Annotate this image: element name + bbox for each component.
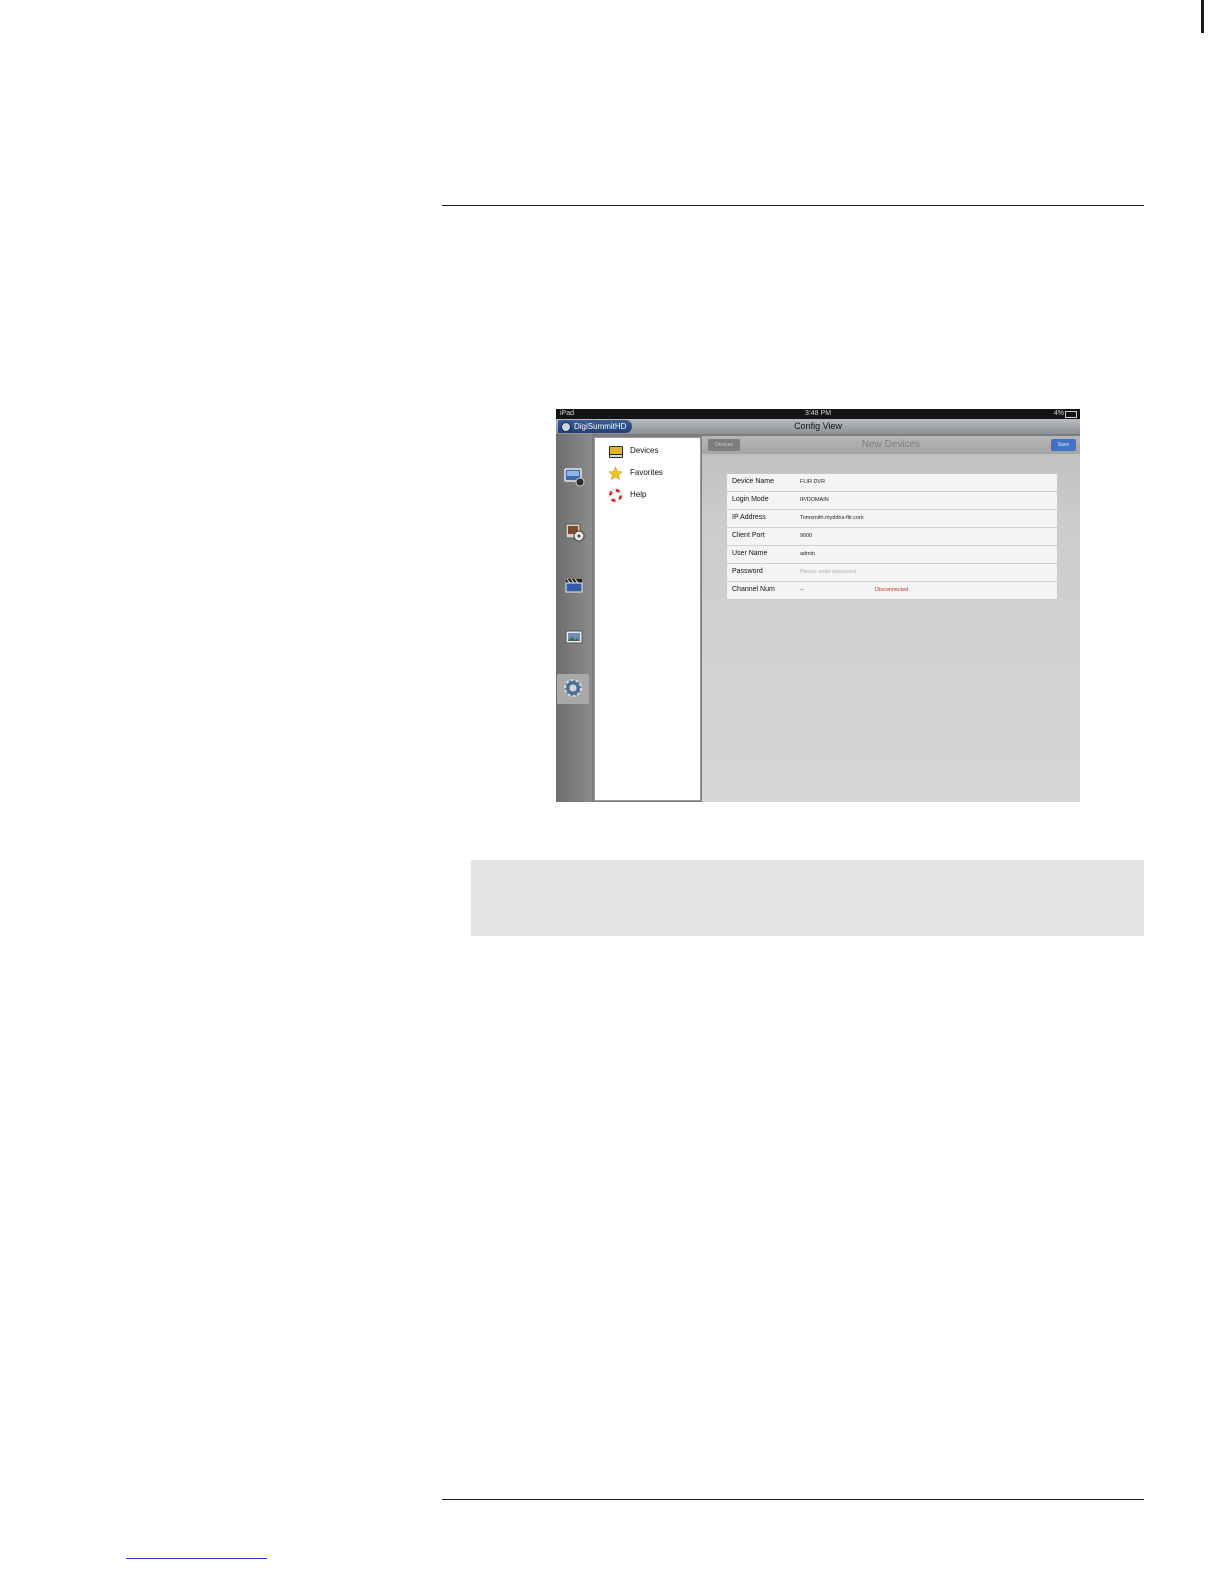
login-mode-value: IP/DOMAIN xyxy=(800,497,829,503)
snapshot-icon[interactable] xyxy=(561,624,587,650)
icon-sidebar xyxy=(556,434,592,802)
status-bar: iPad 3:48 PM 4% xyxy=(556,409,1080,419)
field-label: Channel Num xyxy=(732,586,775,593)
save-button[interactable]: Save xyxy=(1051,439,1076,451)
field-label: Device Name xyxy=(732,478,775,485)
app-logo-icon xyxy=(561,422,571,432)
field-password[interactable]: Password Please enter password xyxy=(727,564,1057,582)
title-bar: Config View DigiSummitHD xyxy=(556,419,1080,434)
field-login-mode[interactable]: Login Mode IP/DOMAIN xyxy=(727,492,1057,510)
status-time: 3:48 PM xyxy=(804,410,832,417)
password-placeholder: Please enter password xyxy=(800,569,856,575)
battery-percent: 4% xyxy=(1053,410,1064,417)
field-label: Client Port xyxy=(732,532,765,539)
device-name-value: FLIR DVR xyxy=(800,479,826,485)
field-device-name[interactable]: Device Name FLIR DVR xyxy=(727,474,1057,492)
field-label: Password xyxy=(732,568,763,575)
channel-num-value: -- xyxy=(800,587,804,593)
device-form: Device Name FLIR DVR Login Mode IP/DOMAI… xyxy=(726,473,1058,600)
help-lifebuoy-icon xyxy=(608,488,623,503)
app-tab-button[interactable]: DigiSummitHD xyxy=(558,420,632,433)
app-tab-label: DigiSummitHD xyxy=(574,422,627,431)
menu-item-devices[interactable]: Devices xyxy=(595,442,700,462)
client-port-value: 9000 xyxy=(800,533,813,539)
battery-icon xyxy=(1065,411,1077,418)
field-ip-address[interactable]: IP Address Tomsmith.myddns-flir.com xyxy=(727,510,1057,528)
note-box xyxy=(471,860,1144,936)
field-label: Login Mode xyxy=(732,496,769,503)
header-rule xyxy=(442,205,1144,206)
menu-label-favorites: Favorites xyxy=(630,468,663,477)
field-user-name[interactable]: User Name admin xyxy=(727,546,1057,564)
settings-gear-icon[interactable] xyxy=(557,674,589,704)
user-name-value: admin xyxy=(800,551,815,557)
star-icon xyxy=(608,466,623,481)
devices-icon xyxy=(609,446,623,458)
menu-label-help: Help xyxy=(630,490,647,499)
video-clips-icon[interactable] xyxy=(561,572,587,598)
page-edge-mark xyxy=(1201,0,1204,33)
field-client-port[interactable]: Client Port 9000 xyxy=(727,528,1057,546)
menu-item-favorites[interactable]: Favorites xyxy=(595,464,700,484)
config-view-title: Config View xyxy=(794,421,842,431)
field-channel-num[interactable]: Channel Num -- Disconnected xyxy=(727,582,1057,599)
content-pane: Devices New Devices Save Device Name FLI… xyxy=(702,436,1080,802)
menu-label-devices: Devices xyxy=(630,446,659,455)
content-header: Devices New Devices Save xyxy=(702,436,1080,454)
live-view-icon[interactable] xyxy=(561,464,587,490)
connection-status: Disconnected xyxy=(875,587,909,593)
config-menu: Devices Favorites Help xyxy=(594,437,701,801)
ipad-screenshot: iPad 3:48 PM 4% Config View DigiSummitHD xyxy=(556,409,1080,802)
new-devices-title: New Devices xyxy=(861,439,921,450)
field-label: User Name xyxy=(732,550,768,557)
ip-address-value: Tomsmith.myddns-flir.com xyxy=(800,515,864,521)
field-label: IP Address xyxy=(732,514,766,521)
menu-item-help[interactable]: Help xyxy=(595,486,700,506)
footer-link-underline[interactable] xyxy=(126,1558,267,1559)
footer-rule xyxy=(442,1499,1144,1500)
playback-icon[interactable] xyxy=(561,518,587,544)
